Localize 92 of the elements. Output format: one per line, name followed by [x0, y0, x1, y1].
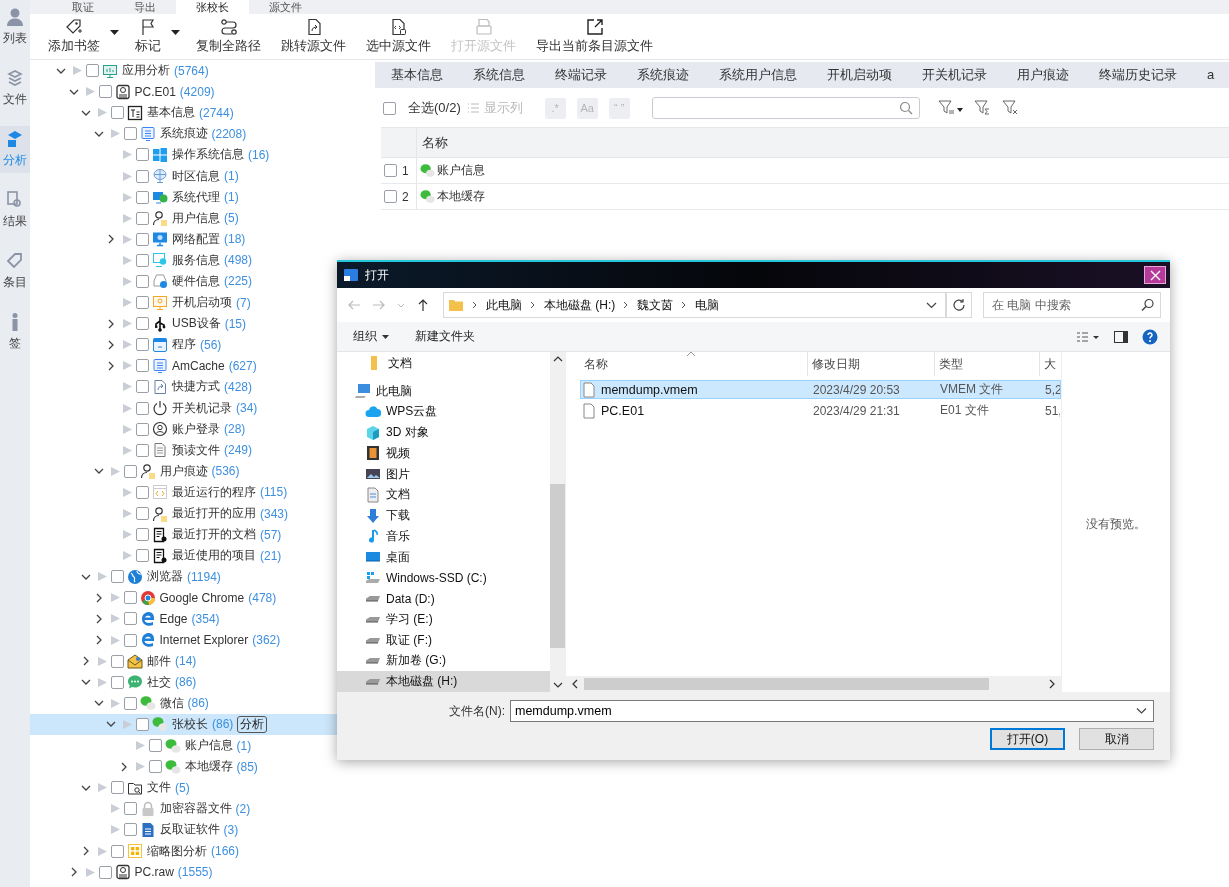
- item-count: (86): [187, 696, 209, 711]
- item-count: (16): [248, 147, 270, 162]
- tree-label: 应用分析: [122, 62, 170, 80]
- row-number: 2: [402, 189, 409, 204]
- item-count: (3): [223, 822, 239, 837]
- tree-label: 最近打开的应用: [172, 505, 256, 522]
- item-count: (86): [212, 717, 234, 732]
- tree-label: 账户信息: [184, 737, 233, 755]
- item-count: (86): [175, 675, 197, 690]
- item-count: (536): [211, 464, 240, 479]
- tree-label: Edge: [159, 612, 188, 626]
- tree-label: 预读文件: [172, 441, 220, 459]
- item-count: (354): [191, 612, 220, 626]
- tree-label: 系统代理: [172, 188, 220, 206]
- item-count: (1): [224, 169, 239, 183]
- tree-label: 开关机记录: [172, 399, 232, 417]
- item-count: (57): [260, 527, 282, 542]
- file-date: 2023/4/29 20:53: [812, 382, 901, 397]
- item-count: (362): [252, 633, 281, 648]
- tree-label: 最近运行的程序: [172, 483, 256, 501]
- item-count: (478): [248, 590, 277, 605]
- tree-label: Google Chrome: [159, 590, 245, 605]
- item-count: (1194): [187, 569, 221, 584]
- item-count: (627): [228, 358, 257, 373]
- window-title: 打开: [365, 266, 390, 284]
- item-count: (56): [200, 337, 222, 352]
- tree-label: 用户痕迹: [159, 462, 208, 480]
- tree-label: 反取证软件: [159, 821, 220, 839]
- tree-label: 文件: [147, 779, 171, 797]
- field-label: 文件名(N):: [449, 702, 505, 720]
- item-count: (4209): [179, 84, 215, 99]
- tree-label: 基本信息: [147, 104, 195, 122]
- item-count: (7): [236, 295, 251, 310]
- tree-label: AmCache: [172, 358, 225, 373]
- tree-label: 最近打开的文档: [172, 526, 256, 544]
- item-count: (14): [175, 654, 197, 669]
- tree-label: 硬件信息: [172, 273, 220, 290]
- item-count: (1): [236, 738, 252, 753]
- tree-label: PC.E01: [134, 84, 176, 99]
- tree-label: 缩略图分析: [147, 842, 207, 860]
- tree-label: PC.raw: [134, 865, 174, 880]
- tree-label: 加密容器文件: [159, 800, 232, 818]
- tree-label: 快捷方式: [172, 378, 220, 396]
- item-count: (2): [235, 801, 251, 816]
- tree-label: 本地缓存: [184, 758, 233, 776]
- item-count: (225): [224, 274, 252, 289]
- item-count: (115): [260, 485, 288, 500]
- item-count: (2744): [199, 105, 234, 120]
- tree-label: 开机启动项: [172, 294, 232, 312]
- item-count: (15): [224, 316, 247, 331]
- tree-label: Internet Explorer: [159, 633, 249, 648]
- tree-label: 张校长: [172, 715, 208, 733]
- item-count: (249): [224, 443, 252, 458]
- tree-label: 网络配置: [172, 230, 220, 248]
- row-number: 1: [402, 163, 409, 178]
- file-type: E01 文件: [939, 402, 990, 419]
- tree-label: 程序: [172, 336, 196, 354]
- file-date: 2023/4/29 21:31: [812, 403, 901, 418]
- tree-label: 系统痕迹: [159, 125, 208, 143]
- tree-label: 账户登录: [172, 420, 220, 438]
- item-count: (18): [224, 232, 246, 247]
- tree-label: 社交: [147, 673, 171, 691]
- item-count: (1555): [177, 865, 213, 880]
- preview-message: 没有预览。: [1086, 516, 1146, 533]
- item-count: (34): [236, 401, 258, 416]
- item-count: (166): [211, 844, 239, 858]
- file-name: PC.E01: [601, 403, 645, 418]
- tree-label: 微信: [159, 694, 184, 712]
- table-cell: 本地缓存: [437, 188, 485, 205]
- tree-label: 操作系统信息: [172, 146, 244, 164]
- item-count: (85): [236, 759, 258, 774]
- tree-label: 最近使用的项目: [172, 547, 256, 565]
- file-type: VMEM 文件: [939, 381, 1005, 398]
- item-count: (5): [224, 211, 239, 226]
- tree-label: 邮件: [147, 652, 171, 670]
- item-count: (498): [224, 253, 252, 268]
- item-count: (343): [260, 506, 288, 521]
- item-count: (2208): [211, 126, 247, 141]
- item-count: (1): [224, 190, 239, 205]
- item-count: (5764): [174, 63, 209, 78]
- item-count: (21): [260, 548, 282, 563]
- tree-label: 用户信息: [172, 209, 220, 227]
- tree-label: 时区信息: [172, 167, 220, 185]
- item-count: (28): [224, 422, 246, 437]
- file-size: 51,: [1044, 403, 1060, 418]
- item-count: (428): [224, 379, 252, 394]
- item-count: (5): [175, 780, 190, 795]
- tree-label: 浏览器: [147, 568, 183, 586]
- tree-label: USB设备: [172, 315, 221, 333]
- tree-label: 服务信息: [172, 251, 220, 269]
- file-name: memdump.vmem: [601, 382, 698, 397]
- table-cell: 账户信息: [437, 162, 485, 179]
